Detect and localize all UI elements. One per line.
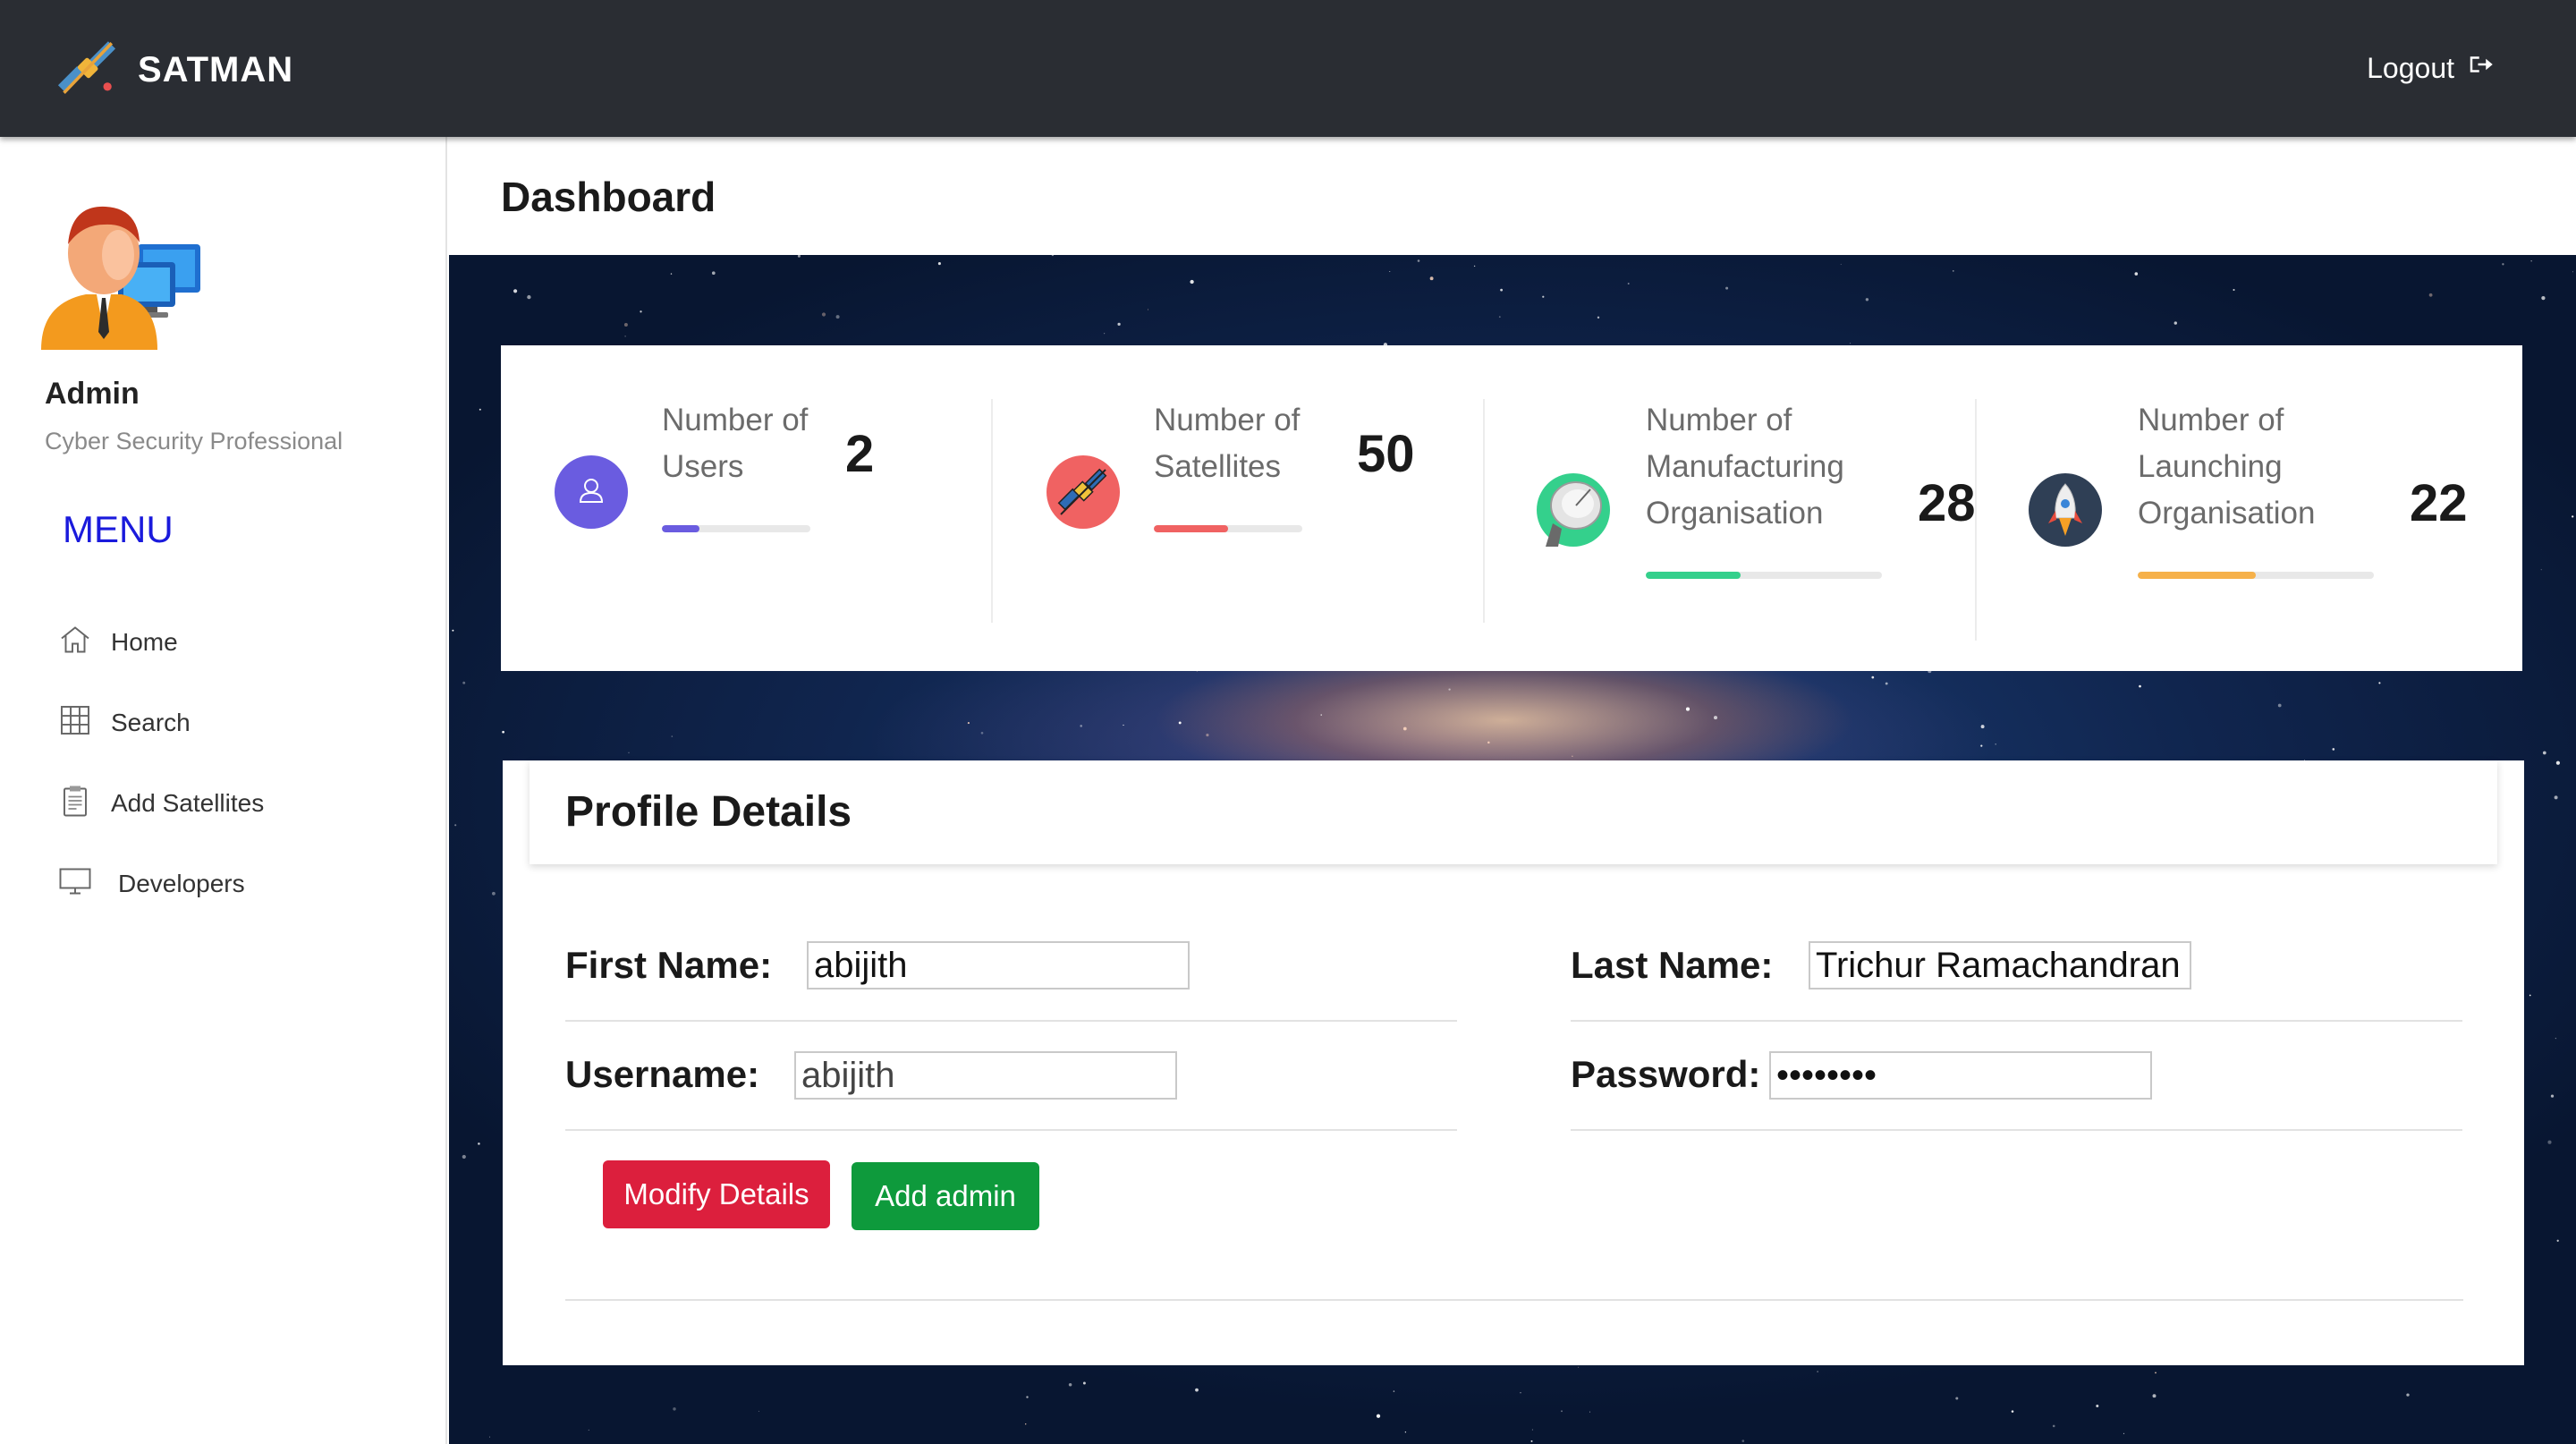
stat-manufacturing-organisation: Number of Manufacturing Organisation 28 [1485,397,1977,621]
user-icon [555,455,628,529]
stat-satellites: Number of Satellites 50 [993,397,1485,621]
satellite-dish-icon [1537,473,1610,547]
sidebar-item-label: Home [111,628,178,656]
main-header: Dashboard [449,137,2576,255]
divider [565,1020,1457,1022]
stat-value: 22 [2410,474,2468,532]
rocket-icon [2029,473,2102,547]
satellite-icon [54,35,120,106]
sidebar-item-home[interactable]: Home [59,602,264,683]
first-name-input[interactable] [807,941,1190,990]
last-name-label: Last Name: [1571,944,1774,986]
stat-label: Number of Manufacturing Organisation [1646,403,1844,531]
username-label: Username: [565,1053,760,1095]
logout-button[interactable]: Logout [2367,45,2494,91]
sidebar-item-search[interactable]: Search [59,683,264,763]
password-label: Password: [1571,1053,1761,1095]
divider [1571,1129,2462,1131]
sidebar-item-add-satellites[interactable]: Add Satellites [59,763,264,844]
home-icon [59,624,111,662]
stat-label: Number of Users [662,403,809,484]
brand[interactable]: SATMAN [54,34,293,106]
sidebar-item-label: Developers [118,870,245,897]
sign-out-icon [2454,51,2494,85]
stats-card: Number of Users 2 Number of Satellites 5… [501,345,2522,671]
satellite-icon [1046,455,1120,529]
divider [565,1129,1457,1131]
divider [565,1299,2463,1301]
brand-name: SATMAN [138,49,294,89]
stat-progress [1646,572,1882,579]
last-name-input[interactable] [1809,941,2191,990]
stat-label: Number of Launching Organisation [2138,403,2316,531]
password-input[interactable] [1769,1051,2152,1100]
admin-avatar-icon [32,198,211,350]
sidebar: Admin Cyber Security Professional MENU H… [0,137,447,1444]
stat-users: Number of Users 2 [501,397,993,621]
grid-icon [59,704,111,743]
modify-details-button[interactable]: Modify Details [603,1160,830,1228]
stat-label: Number of Satellites [1154,403,1301,484]
stat-value: 50 [1357,425,1415,483]
profile-card: Profile Details First Name: Last Name: U… [503,760,2524,1365]
menu-title: MENU [63,508,174,550]
divider [1571,1020,2462,1022]
sidebar-nav: Home Search Add Satellites Developers [59,602,264,924]
sidebar-item-label: Search [111,709,191,736]
stat-progress [662,525,810,532]
stat-value: 2 [845,425,875,483]
top-navbar: SATMAN Logout [0,0,2576,137]
first-name-label: First Name: [565,944,773,986]
clipboard-icon [59,785,111,823]
stat-value: 28 [1918,474,1976,532]
user-name: Admin [45,377,140,411]
user-role: Cyber Security Professional [45,428,343,454]
add-admin-button[interactable]: Add admin [852,1162,1039,1230]
sidebar-item-developers[interactable]: Developers [59,844,264,924]
username-input[interactable] [794,1051,1177,1100]
monitor-icon [59,865,111,904]
stat-progress [2138,572,2374,579]
profile-header: Profile Details [530,760,2497,864]
logout-label: Logout [2367,51,2454,84]
page-title: Dashboard [501,174,716,220]
profile-title: Profile Details [565,788,852,836]
stat-progress [1154,525,1302,532]
stat-launching-organisation: Number of Launching Organisation 22 [1977,397,2513,621]
sidebar-item-label: Add Satellites [111,789,265,817]
